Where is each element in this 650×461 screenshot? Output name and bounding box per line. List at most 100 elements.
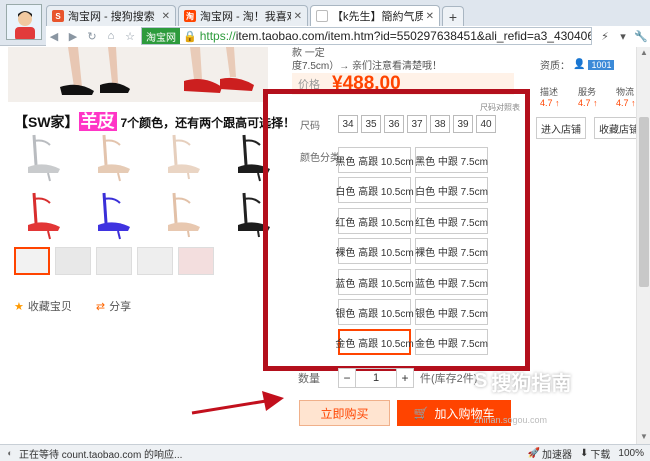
avatar-icon	[7, 5, 41, 39]
close-icon[interactable]: ✕	[426, 11, 434, 22]
page-content: 【SW家】 羊皮 7个颜色，还有两个跟高可选择！ ★ 收藏宝贝 ⇄ 分享 款 一…	[0, 47, 636, 444]
quantity-input[interactable]: 1	[356, 368, 396, 388]
product-hero-image	[8, 47, 268, 102]
sandal-image-red[interactable]	[14, 189, 69, 241]
download-icon: ⬇	[580, 447, 589, 459]
color-option[interactable]: 黑色 中跟 7.5cm	[415, 147, 488, 173]
page-icon	[316, 10, 328, 22]
sogou-logo-icon: S	[474, 370, 488, 392]
size-option[interactable]: 40	[476, 115, 496, 133]
size-option[interactable]: 35	[361, 115, 381, 133]
sandal-image-blue[interactable]	[84, 189, 139, 241]
quantity-minus-button[interactable]: −	[338, 368, 356, 388]
tab-taobao-home[interactable]: 淘 淘宝网 - 淘！我喜欢 ✕	[178, 5, 308, 26]
refresh-icon[interactable]: ↻	[84, 28, 100, 44]
sandal-image-black[interactable]	[224, 131, 279, 183]
new-tab-button[interactable]: +	[442, 6, 464, 26]
quantity-label: 数量	[298, 373, 320, 385]
star-icon: ★	[14, 300, 24, 313]
loading-icon: ◐	[7, 448, 13, 458]
score-description: 描述 4.7 ↑	[540, 87, 560, 108]
size-option[interactable]: 34	[338, 115, 358, 133]
watermark: S 搜狗指南	[474, 370, 572, 395]
thumbnail[interactable]	[137, 247, 173, 275]
close-icon[interactable]: ✕	[294, 11, 302, 22]
color-option-selected[interactable]: 金色 高跟 10.5cm	[335, 329, 414, 355]
browser-chrome: S 淘宝网 - 搜狗搜索 ✕ 淘 淘宝网 - 淘！我喜欢 ✕ 【k先生】簡約气质…	[0, 0, 650, 46]
color-option[interactable]: 蓝色 中跟 7.5cm	[415, 269, 488, 295]
download-button[interactable]: ⬇ 下载	[580, 446, 610, 461]
sandal-image-beige[interactable]	[154, 189, 209, 241]
color-option[interactable]: 红色 高跟 10.5cm	[335, 208, 414, 234]
share-button[interactable]: ⇄ 分享	[96, 298, 131, 314]
thumbnail[interactable]	[96, 247, 132, 275]
sogou-icon: S	[52, 10, 64, 22]
enter-shop-button[interactable]: 进入店铺	[536, 117, 586, 139]
favorite-button[interactable]: ★ 收藏宝贝	[14, 298, 72, 314]
sandal-image-nude-mid[interactable]	[154, 131, 209, 183]
vertical-scrollbar[interactable]: ▲ ▼	[636, 47, 650, 444]
forward-icon[interactable]: ▶	[65, 28, 81, 44]
sandal-image-black-mid[interactable]	[224, 189, 279, 241]
person-icon: 👤	[573, 59, 586, 70]
color-option[interactable]: 黑色 高跟 10.5cm	[335, 147, 414, 173]
shop-badge: 1001	[588, 59, 615, 70]
product-actions: ★ 收藏宝贝 ⇄ 分享	[14, 298, 131, 314]
thumbnail[interactable]	[178, 247, 214, 275]
accelerator-button[interactable]: 🚀 加速器	[528, 446, 572, 461]
sandal-image-nude[interactable]	[84, 131, 139, 183]
buy-now-button[interactable]: 立即购买	[299, 400, 390, 426]
score-logistics: 物流 4.7 ↑	[616, 87, 636, 108]
status-text: 正在等待 count.taobao.com 的响应...	[19, 449, 183, 461]
address-bar[interactable]: 淘宝网 🔒 https://item.taobao.com/item.htm?i…	[141, 27, 592, 45]
thumbnail[interactable]	[14, 247, 50, 275]
score-service: 服务 4.7 ↑	[578, 87, 598, 108]
home-icon[interactable]: ⌂	[103, 28, 119, 44]
size-option[interactable]: 37	[407, 115, 427, 133]
back-icon[interactable]: ◀	[46, 28, 62, 44]
star-icon[interactable]: ☆	[122, 28, 138, 44]
product-description: 款 一定 度7.5cm）→ 亲们注意看清楚哦！	[292, 48, 443, 72]
lightning-icon[interactable]: ⚡	[596, 27, 614, 45]
thumbnail[interactable]	[55, 247, 91, 275]
taobao-icon: 淘	[184, 10, 196, 22]
scroll-thumb[interactable]	[639, 117, 649, 287]
scroll-down-icon[interactable]: ▼	[640, 433, 648, 441]
size-option[interactable]: 39	[453, 115, 473, 133]
color-option[interactable]: 金色 中跟 7.5cm	[415, 329, 488, 355]
collect-shop-button[interactable]: 收藏店铺	[594, 117, 636, 139]
color-option[interactable]: 白色 高跟 10.5cm	[335, 177, 414, 203]
site-badge: 淘宝网	[142, 28, 180, 44]
price-value: ¥488.00	[332, 73, 401, 94]
promo-title: 【SW家】 羊皮 7个颜色，还有两个跟高可选择！	[14, 112, 296, 131]
user-avatar[interactable]	[6, 4, 42, 40]
quantity-plus-button[interactable]: +	[396, 368, 414, 388]
share-icon: ⇄	[95, 300, 106, 313]
stock-text: 件(库存2件)	[420, 373, 478, 385]
nav-toolbar: ◀ ▶ ↻ ⌂ ☆ 淘宝网 🔒 https://item.taobao.com/…	[46, 26, 650, 46]
url-text[interactable]: https://item.taobao.com/item.htm?id=5502…	[200, 29, 591, 43]
tab-sogou-search[interactable]: S 淘宝网 - 搜狗搜索 ✕	[46, 5, 176, 26]
color-option[interactable]: 白色 中跟 7.5cm	[415, 177, 488, 203]
color-option[interactable]: 裸色 中跟 7.5cm	[415, 238, 488, 264]
size-option[interactable]: 38	[430, 115, 450, 133]
color-option[interactable]: 蓝色 高跟 10.5cm	[335, 269, 414, 295]
status-bar: ◐ 正在等待 count.taobao.com 的响应... 🚀 加速器 ⬇ 下载 …	[0, 444, 650, 461]
color-option[interactable]: 银色 高跟 10.5cm	[335, 299, 414, 325]
color-option[interactable]: 红色 中跟 7.5cm	[415, 208, 488, 234]
color-option[interactable]: 裸色 高跟 10.5cm	[335, 238, 414, 264]
zoom-level[interactable]: 100%	[618, 448, 644, 459]
wrench-icon[interactable]: 🔧	[632, 27, 650, 45]
size-chart-link[interactable]: 尺码对照表	[480, 102, 520, 113]
color-option[interactable]: 银色 中跟 7.5cm	[415, 299, 488, 325]
size-option[interactable]: 36	[384, 115, 404, 133]
close-icon[interactable]: ✕	[162, 11, 170, 22]
tab-title: 【k先生】簡約气质 欧美S	[332, 11, 423, 23]
chevron-down-icon[interactable]: ▾	[614, 27, 632, 45]
scroll-up-icon[interactable]: ▲	[640, 49, 648, 57]
shop-panel: 资质： 👤 1001 描述 4.7 ↑ 服务 4.7 ↑ 物流 4.7 ↑ 进入店铺 …	[532, 47, 636, 147]
sandal-image-silver[interactable]	[14, 131, 69, 183]
watermark-url: zhinan.sogou.com	[474, 415, 548, 425]
tab-title: 淘宝网 - 搜狗搜索	[68, 11, 155, 23]
tab-product[interactable]: 【k先生】簡約气质 欧美S ✕	[310, 5, 440, 26]
